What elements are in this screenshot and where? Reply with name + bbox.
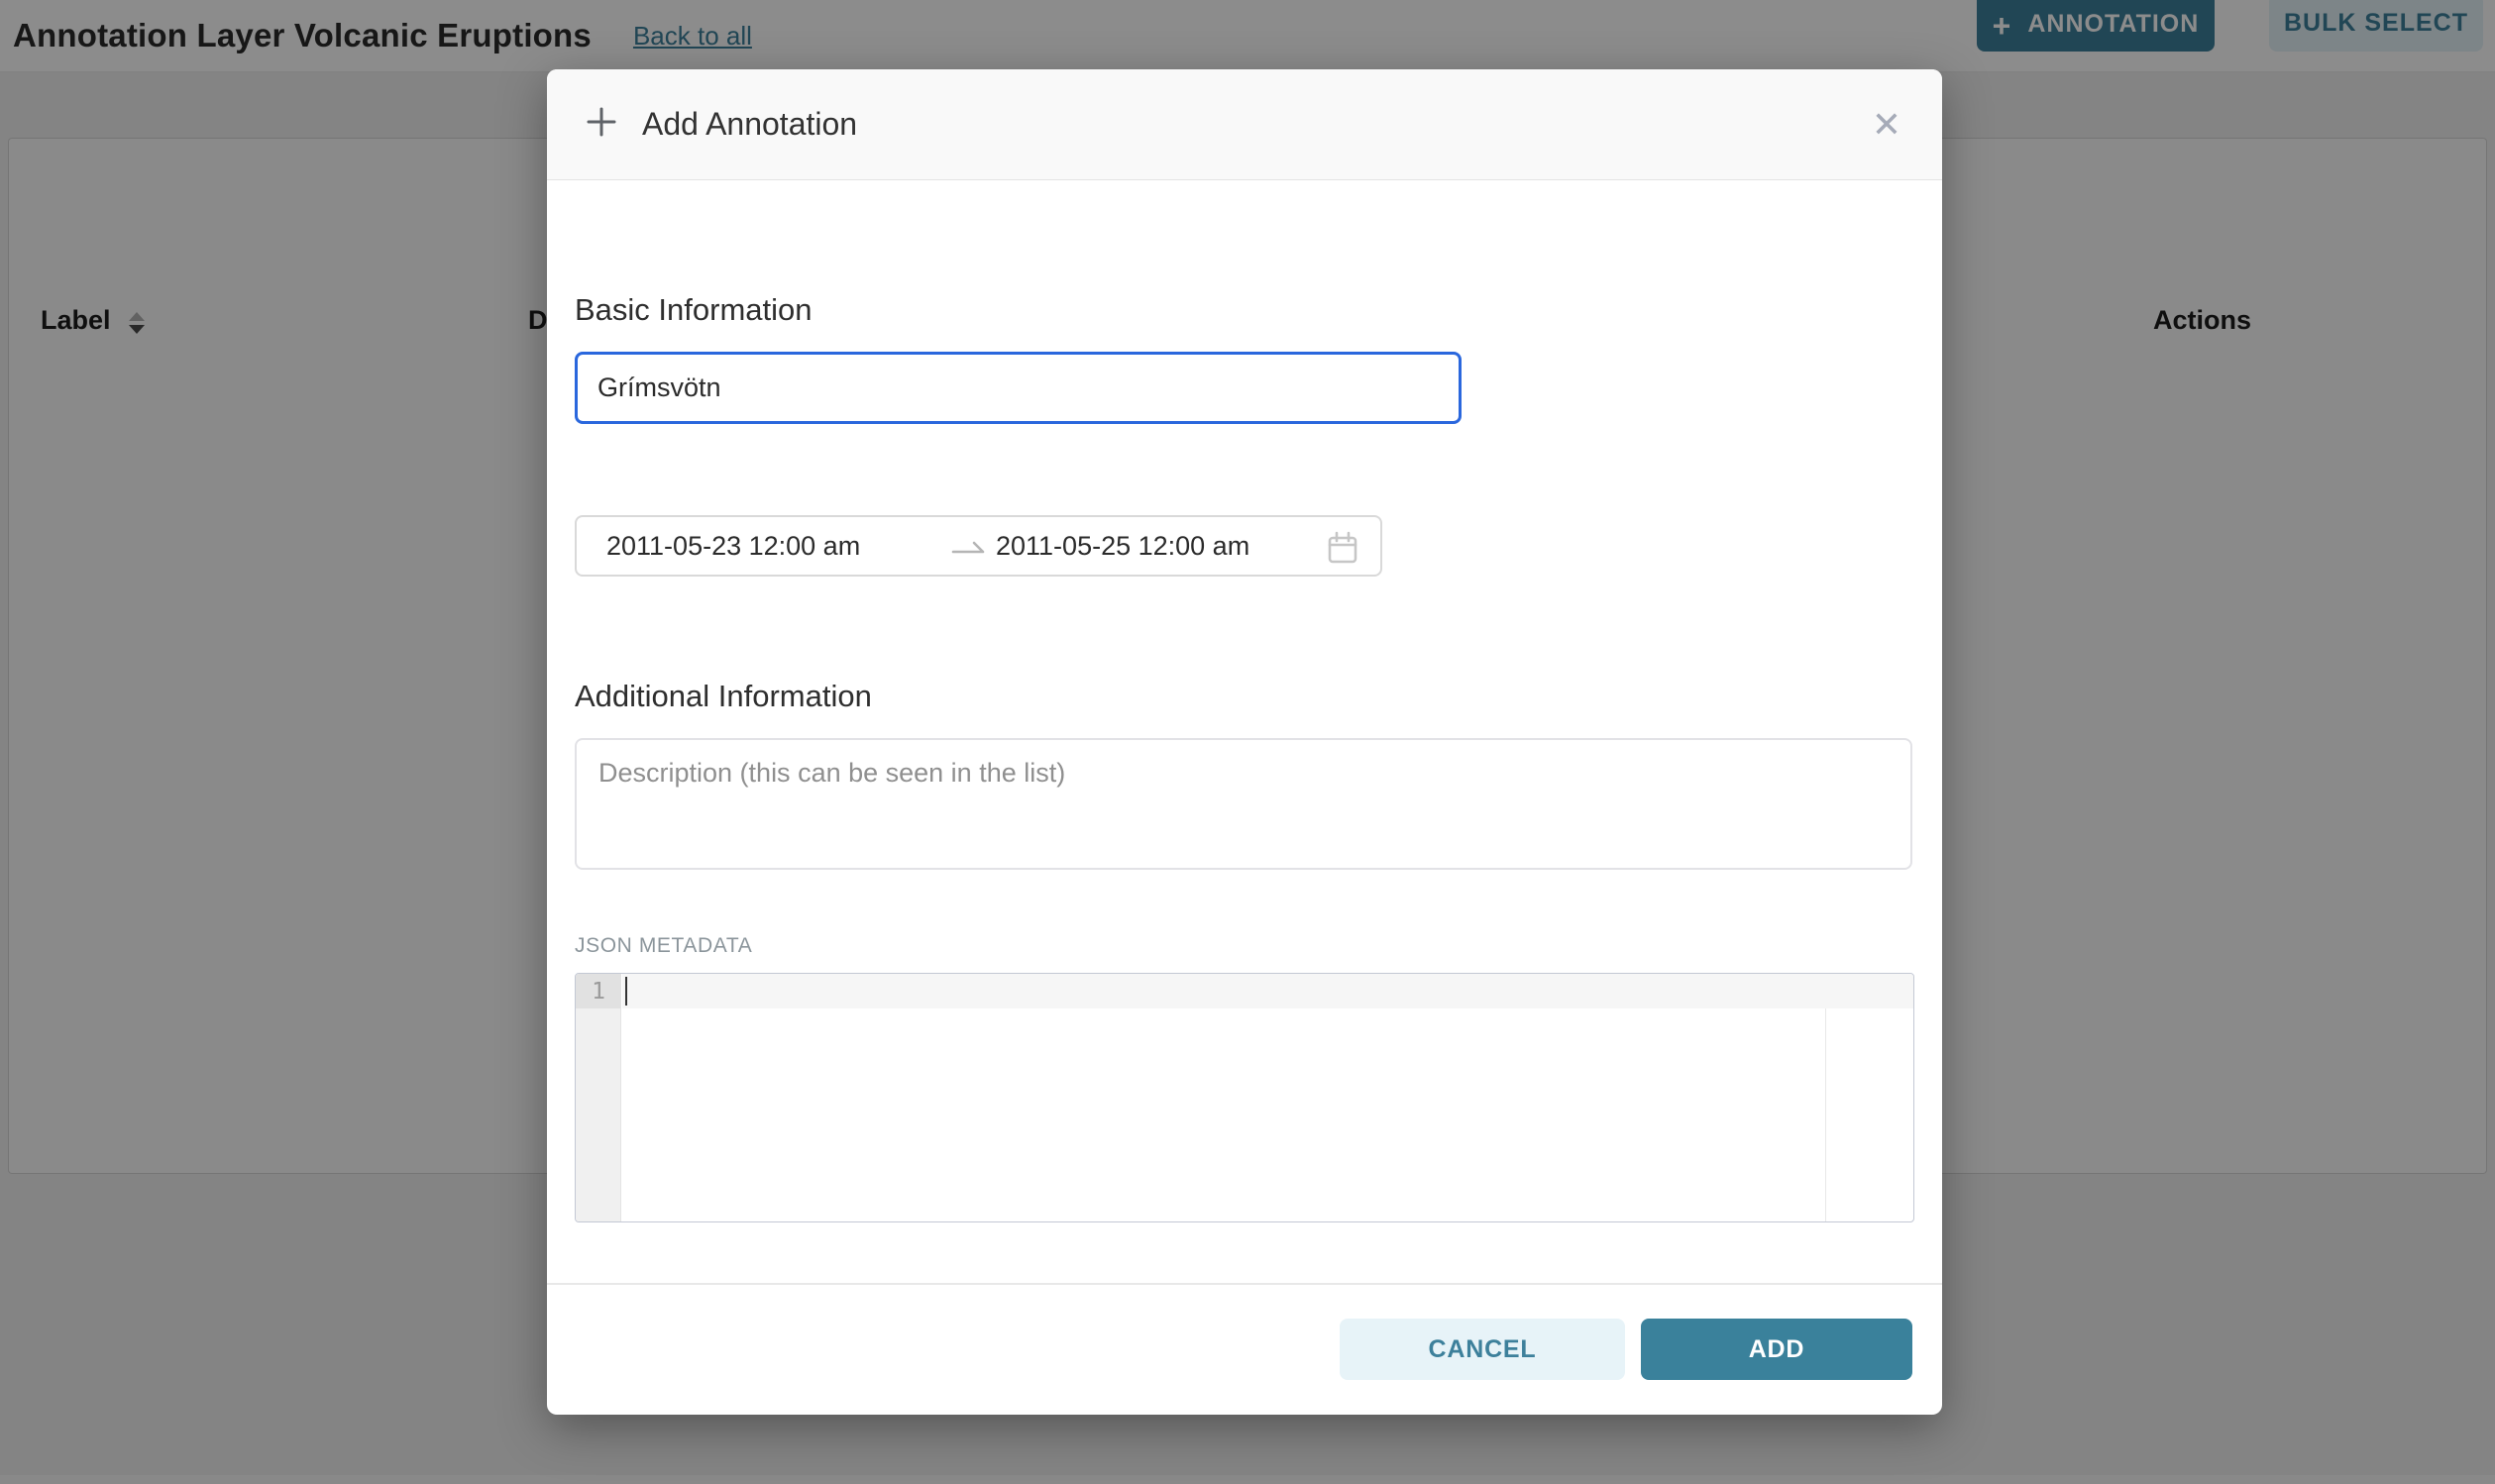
close-icon[interactable]: ✕ xyxy=(1865,103,1908,147)
editor-active-line xyxy=(622,974,1913,1008)
plus-icon xyxy=(583,103,620,146)
editor-line-number: 1 xyxy=(576,974,621,1008)
description-textarea[interactable] xyxy=(575,738,1912,870)
annotation-name-input[interactable] xyxy=(575,352,1462,424)
section-additional-information: Additional Information xyxy=(575,679,872,714)
footer-divider xyxy=(547,1283,1942,1285)
json-metadata-label: JSON METADATA xyxy=(575,934,752,958)
add-annotation-modal: Add Annotation ✕ Basic Information ANNOT… xyxy=(547,69,1942,1415)
date-range-picker[interactable]: 2011-05-23 12:00 am 2011-05-25 12:00 am xyxy=(575,515,1382,577)
modal-title: Add Annotation xyxy=(642,106,857,143)
print-margin-line xyxy=(1825,974,1826,1221)
calendar-icon[interactable] xyxy=(1327,531,1358,570)
date-end-value[interactable]: 2011-05-25 12:00 am xyxy=(996,531,1249,562)
range-arrow-icon xyxy=(951,539,987,562)
modal-header: Add Annotation xyxy=(547,69,1942,180)
json-metadata-editor[interactable]: 1 xyxy=(575,973,1914,1222)
editor-gutter xyxy=(576,974,621,1221)
cancel-button[interactable]: CANCEL xyxy=(1340,1319,1625,1380)
date-start-value[interactable]: 2011-05-23 12:00 am xyxy=(606,531,860,562)
section-basic-information: Basic Information xyxy=(575,292,813,328)
text-cursor xyxy=(625,977,627,1006)
add-button[interactable]: ADD xyxy=(1641,1319,1912,1380)
